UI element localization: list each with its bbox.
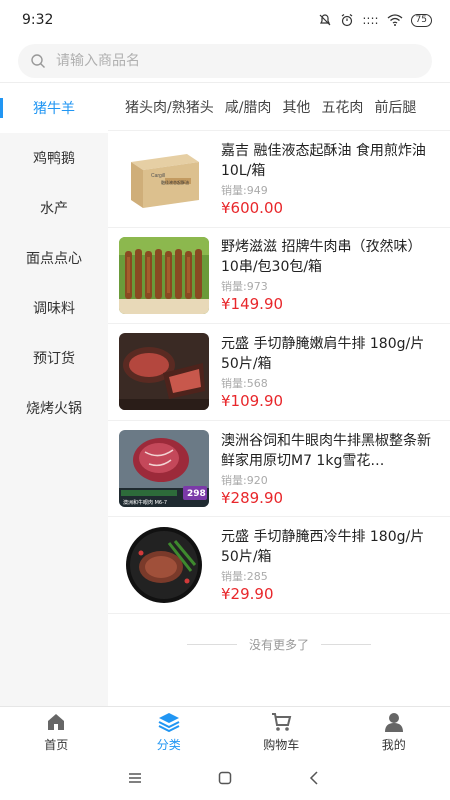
system-nav-bar xyxy=(0,756,450,800)
box-label-text: 融佳液态起酥油 xyxy=(161,179,189,185)
category-icon xyxy=(158,712,180,732)
status-bar: 9:32 :::: 75 xyxy=(0,0,450,40)
product-sales: 销量:568 xyxy=(221,376,268,390)
home-button-icon[interactable] xyxy=(217,770,233,786)
alarm-icon xyxy=(342,14,353,27)
status-icons: :::: 75 xyxy=(318,13,432,27)
subcategory-tab[interactable]: 前后腿 xyxy=(374,97,416,117)
subcategory-tab[interactable]: 咸/腊肉 xyxy=(225,97,272,117)
box-brand-text: Cargill xyxy=(151,173,165,179)
product-name: 野烤滋滋 招牌牛肉串（孜然味）10串/包30包/箱 xyxy=(221,239,422,276)
menu-icon[interactable] xyxy=(127,770,143,786)
product-image-shortening-box: Cargill 融佳液态起酥油 xyxy=(119,140,209,218)
mute-icon xyxy=(319,14,331,26)
product-item[interactable]: Cargill 融佳液态起酥油 嘉吉 融佳液态起酥油 食用煎炸油 10L/箱 销… xyxy=(108,131,450,228)
product-image-ribeye: 澳洲和牛眼肉 M6-7 298 xyxy=(119,430,209,508)
sidebar-item-pork-beef-lamb[interactable]: 猪牛羊 xyxy=(0,83,108,133)
list-end-text: 没有更多了 xyxy=(248,638,309,652)
tab-cart[interactable]: 购物车 xyxy=(225,707,338,756)
wifi-icon xyxy=(387,14,402,26)
product-price: ¥600.00 xyxy=(221,198,284,217)
subcategory-tab[interactable]: 猪头肉/熟猪头 xyxy=(125,97,214,117)
product-info: 元盛 手切静腌西冷牛排 180g/片 50片/箱 销量:285 ¥29.90 xyxy=(221,527,435,603)
product-price: ¥149.90 xyxy=(221,295,284,314)
sidebar-item-bbq-hotpot[interactable]: 烧烤火锅 xyxy=(0,383,108,433)
product-item[interactable]: 元盛 手切静腌西冷牛排 180g/片 50片/箱 销量:285 ¥29.90 xyxy=(108,517,450,614)
product-name: 元盛 手切静腌西冷牛排 180g/片 50片/箱 xyxy=(221,529,425,566)
sidebar-item-preorder[interactable]: 预订货 xyxy=(0,333,108,383)
search-icon xyxy=(31,54,45,68)
product-name: 嘉吉 融佳液态起酥油 食用煎炸油 10L/箱 xyxy=(221,142,426,179)
product-image-shoulder-steak xyxy=(119,333,209,411)
ribeye-caption-text: 澳洲和牛眼肉 M6-7 xyxy=(123,499,167,506)
product-info: 元盛 手切静腌嫩肩牛排 180g/片 50片/箱 销量:568 ¥109.90 xyxy=(221,334,435,410)
search-bar xyxy=(0,40,450,82)
tab-label: 购物车 xyxy=(263,737,300,752)
product-price: ¥29.90 xyxy=(221,585,274,604)
product-info: 嘉吉 融佳液态起酥油 食用煎炸油 10L/箱 销量:949 ¥600.00 xyxy=(221,141,435,217)
tab-home[interactable]: 首页 xyxy=(0,707,113,756)
sidebar-item-seasoning[interactable]: 调味料 xyxy=(0,283,108,333)
ribeye-price-sticker-text: 298 xyxy=(187,489,206,499)
divider-line xyxy=(321,644,371,645)
product-name: 澳洲谷饲和牛眼肉牛排黑椒整条新鲜家用原切M7 1kg雪花… xyxy=(221,432,431,469)
product-info: 野烤滋滋 招牌牛肉串（孜然味）10串/包30包/箱 销量:973 ¥149.90 xyxy=(221,237,435,313)
cart-icon xyxy=(272,712,292,731)
battery-icon: 75 xyxy=(410,13,432,27)
subcategory-tab[interactable]: 其他 xyxy=(282,97,310,117)
signal-icon: :::: xyxy=(362,13,379,27)
user-icon xyxy=(384,712,403,732)
product-image-sirloin-steak xyxy=(119,526,209,604)
product-sales: 销量:973 xyxy=(221,280,268,294)
sidebar-item-seafood[interactable]: 水产 xyxy=(0,183,108,233)
list-end-indicator: 没有更多了 xyxy=(108,636,450,653)
product-sales: 销量:285 xyxy=(221,570,268,584)
subcategory-tabs: 猪头肉/熟猪头 咸/腊肉 其他 五花肉 前后腿 xyxy=(108,83,450,131)
tab-category[interactable]: 分类 xyxy=(113,707,226,756)
bottom-tab-bar: 首页 分类 购物车 我的 xyxy=(0,706,450,756)
tab-label: 分类 xyxy=(156,737,181,752)
subcategory-tab[interactable]: 五花肉 xyxy=(321,97,363,117)
product-info: 澳洲谷饲和牛眼肉牛排黑椒整条新鲜家用原切M7 1kg雪花… 销量:920 ¥28… xyxy=(221,431,435,507)
product-item[interactable]: 元盛 手切静腌嫩肩牛排 180g/片 50片/箱 销量:568 ¥109.90 xyxy=(108,324,450,421)
product-name: 元盛 手切静腌嫩肩牛排 180g/片 50片/箱 xyxy=(221,335,425,372)
back-icon[interactable] xyxy=(307,770,323,786)
status-time: 9:32 xyxy=(22,12,54,28)
sidebar-item-pastry[interactable]: 面点点心 xyxy=(0,233,108,283)
tab-label: 首页 xyxy=(44,737,69,752)
tab-label: 我的 xyxy=(381,737,406,752)
sidebar-item-poultry[interactable]: 鸡鸭鹅 xyxy=(0,133,108,183)
product-sales: 销量:949 xyxy=(221,183,268,197)
category-sidebar: 猪牛羊 鸡鸭鹅 水产 面点点心 调味料 预订货 烧烤火锅 xyxy=(0,83,108,707)
product-price: ¥289.90 xyxy=(221,488,284,507)
search-input[interactable] xyxy=(56,53,396,69)
search-box[interactable] xyxy=(18,44,432,78)
product-price: ¥109.90 xyxy=(221,391,284,410)
product-item[interactable]: 野烤滋滋 招牌牛肉串（孜然味）10串/包30包/箱 销量:973 ¥149.90 xyxy=(108,228,450,325)
product-sales: 销量:920 xyxy=(221,473,268,487)
home-icon xyxy=(48,713,65,730)
divider-line xyxy=(186,644,237,645)
product-image-beef-skewers xyxy=(119,236,209,314)
tab-profile[interactable]: 我的 xyxy=(338,707,450,756)
product-list: Cargill 融佳液态起酥油 嘉吉 融佳液态起酥油 食用煎炸油 10L/箱 销… xyxy=(108,131,450,614)
product-item[interactable]: 澳洲和牛眼肉 M6-7 298 澳洲谷饲和牛眼肉牛排黑椒整条新鲜家用原切M7 1… xyxy=(108,421,450,518)
